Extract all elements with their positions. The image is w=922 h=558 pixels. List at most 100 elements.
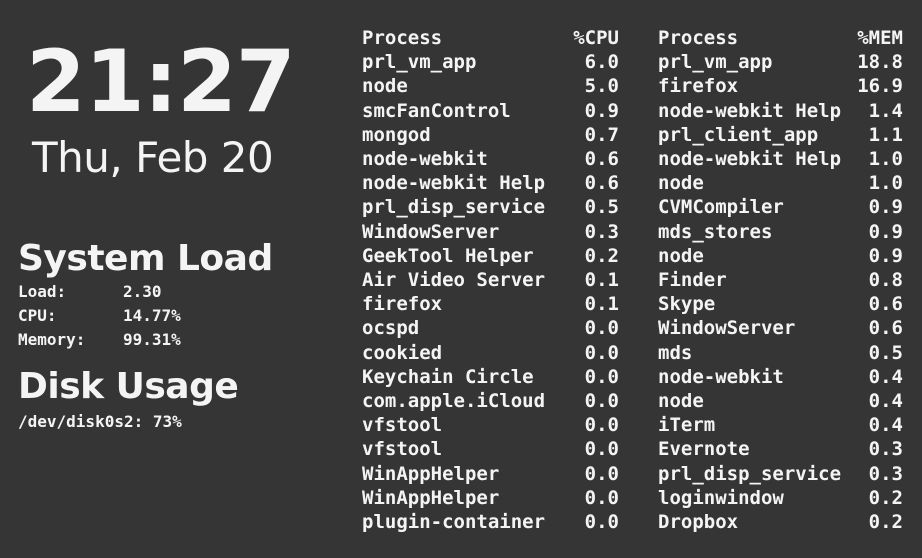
table-row: GeekTool Helper 0.2	[362, 244, 619, 268]
table-row: WindowServer 0.3	[362, 220, 619, 244]
process-name: ocspd	[362, 317, 420, 340]
process-name: vfstool	[362, 438, 443, 461]
process-name: node	[658, 172, 704, 195]
process-name: Evernote	[658, 438, 750, 461]
stat-label-cpu: CPU:	[18, 306, 57, 325]
process-value: 1.0	[868, 172, 903, 195]
process-name: node-webkit	[362, 148, 488, 171]
stat-row-memory: Memory: 99.31%	[18, 328, 338, 352]
system-load-stats: Load: 2.30 CPU: 14.77% Memory: 99.31%	[18, 280, 338, 352]
table-row: Keychain Circle 0.0	[362, 365, 619, 389]
process-name: mds	[658, 341, 693, 364]
stat-row-load: Load: 2.30	[18, 280, 338, 304]
table-row: vfstool 0.0	[362, 437, 619, 461]
table-row: WindowServer 0.6	[658, 316, 903, 340]
table-row: node-webkit Help 1.4	[658, 99, 903, 123]
table-row: loginwindow 0.2	[658, 486, 903, 510]
process-value: 0.0	[584, 341, 619, 364]
process-name: WinAppHelper	[362, 462, 500, 485]
process-value: 1.0	[868, 148, 903, 171]
cpu-process-table: Process %CPU prl_vm_app 6.0 node 5.0 smcFanC…	[362, 26, 619, 534]
table-row: node-webkit Help 1.0	[658, 147, 903, 171]
process-value: 0.8	[868, 269, 903, 292]
header-process: Process	[658, 27, 739, 49]
process-name: node-webkit Help	[658, 99, 842, 122]
process-value: 0.1	[584, 269, 619, 292]
disk-usage-line: /dev/disk0s2: 73%	[18, 412, 182, 431]
table-row: node 0.4	[658, 389, 903, 413]
stat-value-memory: 99.31%	[123, 330, 181, 349]
process-value: 0.4	[868, 365, 903, 388]
process-value: 1.4	[868, 99, 903, 122]
process-value: 0.5	[868, 341, 903, 364]
table-row: Finder 0.8	[658, 268, 903, 292]
process-name: mongod	[362, 123, 431, 146]
process-name: prl_client_app	[658, 123, 819, 146]
process-value: 0.6	[868, 293, 903, 316]
process-name: CVMCompiler	[658, 196, 784, 219]
process-name: prl_disp_service	[658, 462, 842, 485]
process-value: 0.0	[584, 462, 619, 485]
stat-label-memory: Memory:	[18, 330, 86, 349]
table-row: node-webkit Help 0.6	[362, 171, 619, 195]
table-row: mds_stores 0.9	[658, 220, 903, 244]
process-name: prl_disp_service	[362, 196, 546, 219]
system-load-heading: System Load	[18, 238, 273, 279]
process-value: 0.9	[868, 220, 903, 243]
process-name: com.apple.iCloud	[362, 390, 546, 413]
process-name: prl_vm_app	[362, 51, 477, 74]
table-row: prl_disp_service 0.5	[362, 195, 619, 219]
table-row: ocspd 0.0	[362, 316, 619, 340]
process-value: 0.4	[868, 414, 903, 437]
table-row: node-webkit 0.4	[658, 365, 903, 389]
table-header: Process %CPU	[362, 26, 619, 50]
status-panel: 21:27 Thu, Feb 20 System Load Load: 2.30…	[18, 30, 338, 434]
table-row: iTerm 0.4	[658, 413, 903, 437]
process-value: 18.8	[857, 51, 903, 74]
process-value: 0.0	[584, 365, 619, 388]
process-value: 0.0	[584, 486, 619, 509]
table-row: plugin-container 0.0	[362, 510, 619, 534]
process-name: iTerm	[658, 414, 716, 437]
table-row: Dropbox 0.2	[658, 510, 903, 534]
header-mem: %MEM	[857, 27, 903, 49]
process-name: prl_vm_app	[658, 51, 773, 74]
table-row: node-webkit 0.6	[362, 147, 619, 171]
process-name: mds_stores	[658, 220, 773, 243]
process-name: plugin-container	[362, 511, 546, 534]
process-value: 0.2	[868, 486, 903, 509]
process-value: 0.0	[584, 317, 619, 340]
process-name: node	[362, 75, 408, 98]
table-row: Evernote 0.3	[658, 437, 903, 461]
table-row: prl_vm_app 6.0	[362, 50, 619, 74]
mem-process-table: Process %MEM prl_vm_app 18.8 firefox 16.9 no…	[658, 26, 903, 534]
table-row: WinAppHelper 0.0	[362, 486, 619, 510]
process-value: 0.0	[584, 511, 619, 534]
table-row: node 0.9	[658, 244, 903, 268]
table-row: Skype 0.6	[658, 292, 903, 316]
process-value: 0.3	[868, 438, 903, 461]
process-name: node	[658, 244, 704, 267]
stat-value-load: 2.30	[123, 282, 162, 301]
process-name: node	[658, 390, 704, 413]
process-name: firefox	[362, 293, 443, 316]
clock-date: Thu, Feb 20	[32, 133, 274, 182]
process-value: 0.7	[584, 123, 619, 146]
table-row: mds 0.5	[658, 341, 903, 365]
table-row: node 1.0	[658, 171, 903, 195]
process-name: Finder	[658, 269, 727, 292]
table-row: com.apple.iCloud 0.0	[362, 389, 619, 413]
process-value: 0.1	[584, 293, 619, 316]
process-value: 0.0	[584, 390, 619, 413]
process-name: WindowServer	[658, 317, 796, 340]
process-name: smcFanControl	[362, 99, 511, 122]
process-name: GeekTool Helper	[362, 244, 534, 267]
table-row: prl_client_app 1.1	[658, 123, 903, 147]
process-value: 0.9	[868, 244, 903, 267]
process-value: 0.6	[584, 172, 619, 195]
process-value: 6.0	[584, 51, 619, 74]
process-name: WinAppHelper	[362, 486, 500, 509]
process-name: Keychain Circle	[362, 365, 534, 388]
process-value: 0.0	[584, 438, 619, 461]
table-row: vfstool 0.0	[362, 413, 619, 437]
